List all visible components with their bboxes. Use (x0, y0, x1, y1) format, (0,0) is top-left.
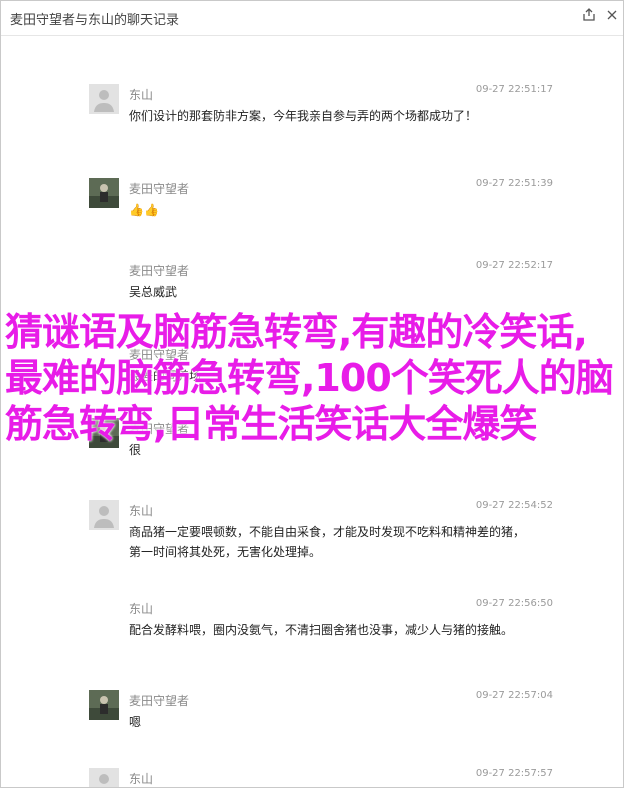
message-text: 最差的饲养场 (129, 369, 202, 383)
message-time: 09-27 22:51:39 (475, 178, 553, 189)
message-text: 吴总威武 (129, 285, 178, 299)
message-time: 09-27 22:56:50 (475, 598, 553, 609)
message-text: 嗯 (129, 715, 142, 729)
photo-avatar-icon[interactable] (89, 690, 119, 720)
default-avatar-icon[interactable] (89, 768, 119, 787)
message-text: 配合发酵料喂，圈内没氨气，不清扫圈舍猪也没事，减少人与猪的接触。 (129, 623, 514, 637)
sender-name: 东山 (129, 504, 154, 518)
default-avatar-icon[interactable] (89, 84, 119, 114)
message-text: 👍👍 (129, 203, 159, 217)
default-avatar-icon[interactable] (89, 500, 119, 530)
message-time: 09-27 22:57:57 (475, 768, 553, 779)
message-time: 09-27 22:52:17 (475, 260, 553, 271)
photo-avatar-icon[interactable] (89, 178, 119, 208)
message-time: 09-27 22:51:17 (475, 84, 553, 95)
sender-name: 麦田守望者 (129, 182, 190, 196)
sender-name: 东山 (129, 772, 154, 786)
photo-avatar-icon[interactable] (89, 418, 119, 448)
chat-history-window: 麦田守望者与东山的聊天记录 东山 09-27 22:51:17 你们设计的那套防… (0, 0, 624, 788)
title-bar: 麦田守望者与东山的聊天记录 (1, 1, 623, 36)
window-title: 麦田守望者与东山的聊天记录 (10, 13, 180, 28)
sender-name: 东山 (129, 88, 154, 102)
export-icon[interactable] (581, 7, 597, 23)
message-time: 09-27 22:54:52 (475, 500, 553, 511)
message-text: 你们设计的那套防非方案，今年我亲自参与弄的两个场都成功了！ (129, 109, 478, 123)
sender-name: 麦田守望者 (129, 422, 190, 436)
message-list[interactable]: 东山 09-27 22:51:17 你们设计的那套防非方案，今年我亲自参与弄的两… (1, 36, 623, 787)
message-text: 商品猪一定要喂顿数，不能自由采食，才能及时发现不吃料和精神差的猪，第一时间将其处… (129, 525, 526, 559)
sender-name: 东山 (129, 602, 154, 616)
sender-name: 麦田守望者 (129, 694, 190, 708)
sender-name: 麦田守望者 (129, 264, 190, 278)
message-text: 很 (129, 443, 142, 457)
sender-name: 麦田守望者 (129, 348, 190, 362)
message-time: 09-27 22:57:04 (475, 690, 553, 701)
close-icon[interactable] (604, 7, 620, 23)
